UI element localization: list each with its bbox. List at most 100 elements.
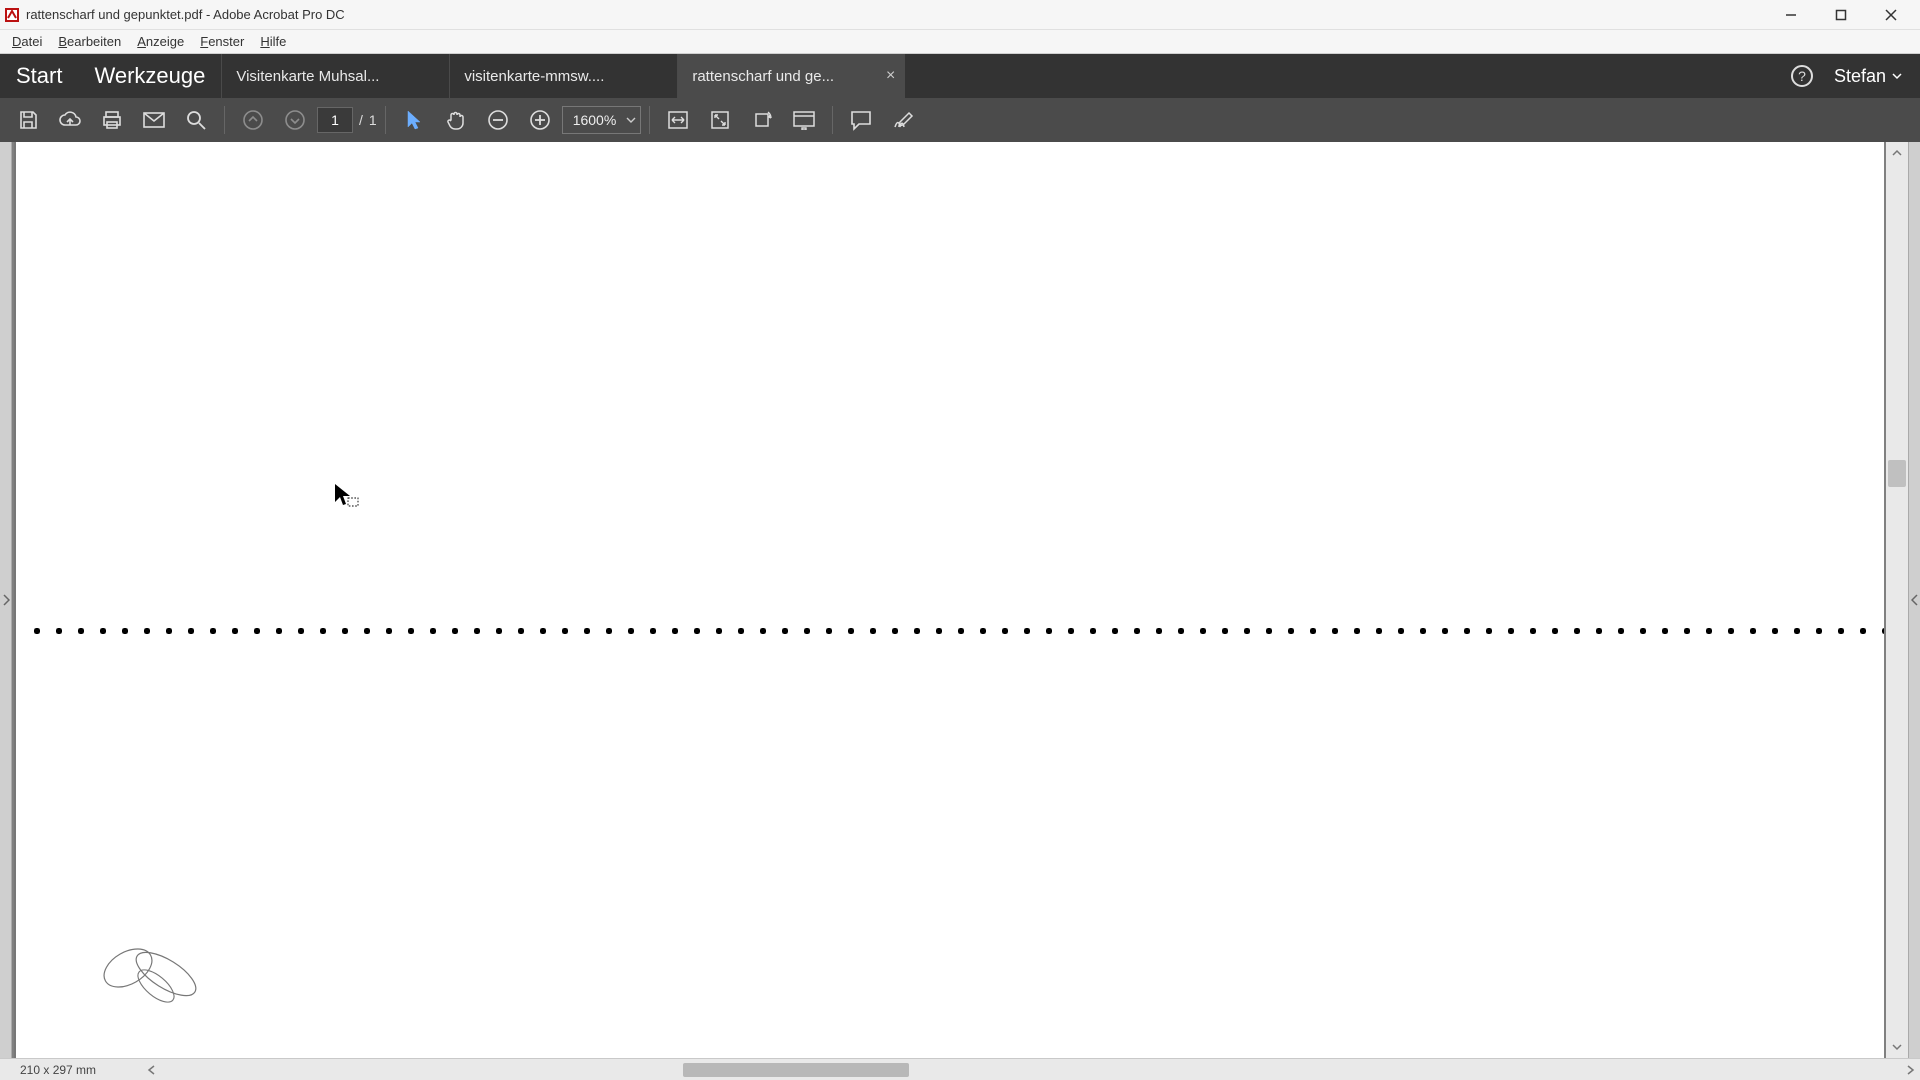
chevron-left-icon xyxy=(1911,594,1919,606)
read-mode-icon xyxy=(792,110,816,130)
nav-start[interactable]: Start xyxy=(0,54,78,98)
scrollbar-thumb[interactable] xyxy=(1888,460,1906,486)
save-icon xyxy=(17,109,39,131)
scroll-up-button[interactable] xyxy=(1886,142,1908,164)
horizontal-scrollbar[interactable] xyxy=(142,1061,1920,1079)
comment-icon xyxy=(849,109,873,131)
document-tab-active[interactable]: rattenscharf und ge... × xyxy=(677,54,905,98)
rotate-view-button[interactable] xyxy=(742,102,782,138)
mail-icon xyxy=(142,110,166,130)
help-button[interactable]: ? xyxy=(1780,54,1824,98)
menu-hilfe[interactable]: Hilfe xyxy=(252,32,294,51)
nav-tools[interactable]: Werkzeuge xyxy=(78,54,221,98)
hand-tool-icon xyxy=(445,109,467,131)
dotted-line-graphic xyxy=(26,627,1884,635)
fit-width-icon xyxy=(666,109,690,131)
cloud-upload-button[interactable] xyxy=(50,102,90,138)
mail-button[interactable] xyxy=(134,102,174,138)
comment-button[interactable] xyxy=(841,102,881,138)
chevron-right-icon xyxy=(2,594,10,606)
close-button[interactable] xyxy=(1866,1,1916,29)
selection-tool-icon xyxy=(404,109,424,131)
toolbar: / 1 1600% xyxy=(0,98,1920,142)
menu-bar: Datei Bearbeiten Anzeige Fenster Hilfe xyxy=(0,30,1920,54)
document-viewport[interactable] xyxy=(12,142,1908,1058)
title-bar: rattenscharf und gepunktet.pdf - Adobe A… xyxy=(0,0,1920,30)
menu-datei[interactable]: Datei xyxy=(4,32,50,51)
page-total: 1 xyxy=(369,112,377,128)
print-icon xyxy=(101,109,123,131)
selection-tool-button[interactable] xyxy=(394,102,434,138)
sign-button[interactable] xyxy=(883,102,923,138)
top-navigation: Start Werkzeuge Visitenkarte Muhsal... v… xyxy=(0,54,1920,98)
chevron-down-icon xyxy=(1892,1042,1902,1052)
cloud-upload-icon xyxy=(58,109,82,131)
toolbar-separator xyxy=(649,106,650,134)
sign-icon xyxy=(891,109,915,131)
fit-width-button[interactable] xyxy=(658,102,698,138)
scroll-down-button[interactable] xyxy=(1886,1036,1908,1058)
page-up-button[interactable] xyxy=(233,102,273,138)
menu-label: atei xyxy=(21,34,42,49)
page-number-box: / 1 xyxy=(317,107,377,133)
scrollbar-track[interactable] xyxy=(162,1063,1900,1077)
scrollbar-track[interactable] xyxy=(1886,164,1908,1036)
left-panel-toggle[interactable] xyxy=(0,142,12,1058)
print-button[interactable] xyxy=(92,102,132,138)
read-mode-button[interactable] xyxy=(784,102,824,138)
page-separator: / xyxy=(359,112,363,128)
document-tab[interactable]: visitenkarte-mmsw.... xyxy=(449,54,677,98)
right-panel-toggle[interactable] xyxy=(1908,142,1920,1058)
menu-label: enster xyxy=(208,34,244,49)
zoom-value: 1600% xyxy=(573,112,617,128)
close-tab-icon[interactable]: × xyxy=(886,67,895,85)
user-name: Stefan xyxy=(1834,66,1886,87)
tab-label: visitenkarte-mmsw.... xyxy=(464,68,604,85)
scrollbar-thumb[interactable] xyxy=(683,1063,909,1077)
page-number-input[interactable] xyxy=(317,107,353,133)
chevron-down-icon xyxy=(1892,71,1902,81)
help-icon: ? xyxy=(1790,64,1814,88)
scroll-left-button[interactable] xyxy=(142,1061,162,1079)
fit-page-button[interactable] xyxy=(700,102,740,138)
svg-text:?: ? xyxy=(1798,68,1806,84)
document-tab[interactable]: Visitenkarte Muhsal... xyxy=(221,54,449,98)
page-down-icon xyxy=(284,109,306,131)
chevron-down-icon xyxy=(626,115,636,125)
minimize-button[interactable] xyxy=(1766,1,1816,29)
menu-fenster[interactable]: Fenster xyxy=(192,32,252,51)
cursor-indicator xyxy=(332,482,360,510)
document-area xyxy=(0,142,1920,1058)
vertical-scrollbar[interactable] xyxy=(1886,142,1908,1058)
maximize-button[interactable] xyxy=(1816,1,1866,29)
fit-page-icon xyxy=(709,109,731,131)
chevron-up-icon xyxy=(1892,148,1902,158)
acrobat-app-icon xyxy=(4,7,20,23)
zoom-in-button[interactable] xyxy=(520,102,560,138)
menu-label: earbeiten xyxy=(67,34,121,49)
tab-label: Visitenkarte Muhsal... xyxy=(236,68,379,85)
hand-tool-button[interactable] xyxy=(436,102,476,138)
menu-label: ilfe xyxy=(270,34,287,49)
chevron-left-icon xyxy=(147,1065,157,1075)
menu-anzeige[interactable]: Anzeige xyxy=(129,32,192,51)
zoom-out-button[interactable] xyxy=(478,102,518,138)
toolbar-separator xyxy=(832,106,833,134)
user-menu[interactable]: Stefan xyxy=(1824,54,1920,98)
toolbar-separator xyxy=(224,106,225,134)
page-up-icon xyxy=(242,109,264,131)
menu-bearbeiten[interactable]: Bearbeiten xyxy=(50,32,129,51)
save-button[interactable] xyxy=(8,102,48,138)
rotate-view-icon xyxy=(751,109,773,131)
tab-label: rattenscharf und ge... xyxy=(692,68,834,85)
window-title: rattenscharf und gepunktet.pdf - Adobe A… xyxy=(26,7,345,22)
menu-label: nzeige xyxy=(146,34,184,49)
page-down-button[interactable] xyxy=(275,102,315,138)
chevron-right-icon xyxy=(1905,1065,1915,1075)
zoom-dropdown[interactable]: 1600% xyxy=(562,106,642,134)
zoom-out-icon xyxy=(487,109,509,131)
scroll-right-button[interactable] xyxy=(1900,1061,1920,1079)
status-bar: 210 x 297 mm xyxy=(0,1058,1920,1080)
page-dimensions: 210 x 297 mm xyxy=(0,1063,142,1077)
search-button[interactable] xyxy=(176,102,216,138)
